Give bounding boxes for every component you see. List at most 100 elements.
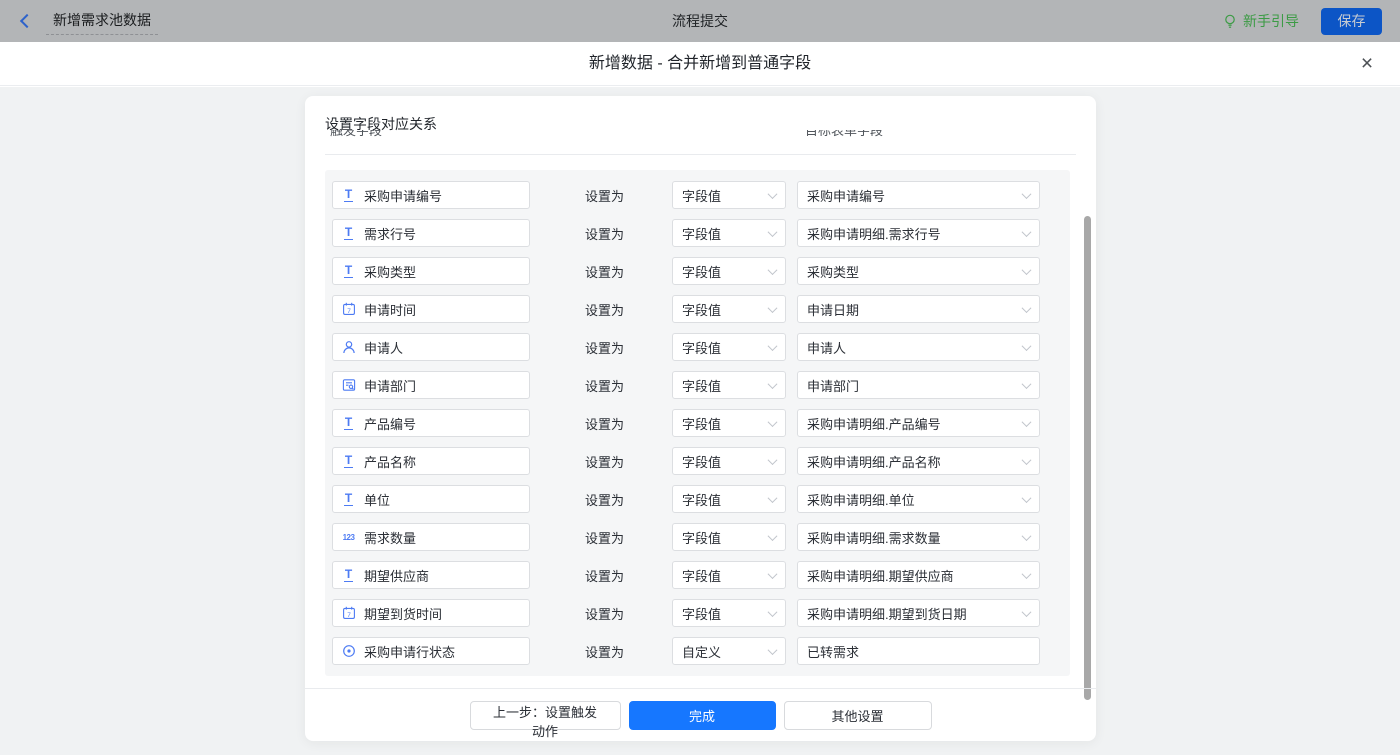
mapping-row: T采购类型 设置为 字段值 采购类型 (332, 257, 1070, 285)
mode-select-value: 字段值 (682, 262, 769, 281)
clipped-column-headers: 触发字段 目标表单字段 (325, 130, 1076, 141)
chevron-down-icon (768, 417, 778, 427)
source-field-label: 申请部门 (364, 376, 416, 395)
vertical-scrollbar[interactable] (1084, 216, 1091, 700)
done-button[interactable]: 完成 (629, 701, 776, 730)
newbie-guide-link[interactable]: 新手引导 (1223, 11, 1299, 31)
set-as-label: 设置为 (585, 338, 630, 357)
mode-select-value: 字段值 (682, 452, 769, 471)
source-field-box: T期望供应商 (332, 561, 530, 589)
mode-select[interactable]: 字段值 (672, 219, 786, 247)
lightbulb-icon (1223, 14, 1237, 29)
modal-header: 新增数据 - 合并新增到普通字段 × (0, 42, 1400, 86)
mode-select-value: 字段值 (682, 338, 769, 357)
target-field-select[interactable]: 申请部门 (797, 371, 1040, 399)
text-field-icon: T (341, 226, 356, 241)
column-divider (325, 154, 1076, 155)
mapping-row: 7申请时间设置为字段值申请日期 (332, 295, 1070, 323)
mode-select[interactable]: 字段值 (672, 181, 786, 209)
target-value: 已转需求 (807, 642, 1030, 661)
mapping-row: T单位设置为字段值采购申请明细.单位 (332, 485, 1070, 513)
target-value: 采购申请明细.期望供应商 (807, 566, 1023, 585)
dept-field-icon (341, 378, 356, 393)
source-field-box: 申请部门 (332, 371, 530, 399)
date-field-icon: 7 (341, 302, 356, 317)
chevron-down-icon (1022, 569, 1032, 579)
set-as-label: 设置为 (585, 224, 630, 243)
chevron-down-icon (768, 265, 778, 275)
mode-select[interactable]: 字段值 (672, 523, 786, 551)
source-field-box: T采购类型 (332, 257, 530, 285)
source-field-box: T 需求行号 (332, 219, 530, 247)
target-field-select[interactable]: 采购申请明细.期望到货日期 (797, 599, 1040, 627)
text-field-icon: T (341, 416, 356, 431)
target-field-select[interactable]: 申请人 (797, 333, 1040, 361)
source-field-label: 需求行号 (364, 224, 416, 243)
guide-label: 新手引导 (1243, 11, 1299, 31)
mapping-row: 7期望到货时间设置为字段值采购申请明细.期望到货日期 (332, 599, 1070, 627)
mode-select[interactable]: 字段值 (672, 485, 786, 513)
card-footer: 上一步：设置触发动作 完成 其他设置 (305, 688, 1096, 741)
target-field-select[interactable]: 采购申请明细.需求行号 (797, 219, 1040, 247)
source-field-label: 期望供应商 (364, 566, 429, 585)
mapping-row: T 采购申请编号 设置为 字段值 采购申请编号 (332, 181, 1070, 209)
mapping-row: T 需求行号 设置为 字段值 采购申请明细.需求行号 (332, 219, 1070, 247)
target-field-select[interactable]: 申请日期 (797, 295, 1040, 323)
source-field-label: 采购申请编号 (364, 186, 442, 205)
target-field-select[interactable]: 采购申请明细.产品名称 (797, 447, 1040, 475)
set-as-label: 设置为 (585, 642, 630, 661)
close-icon[interactable]: × (1354, 51, 1380, 77)
mode-select[interactable]: 字段值 (672, 333, 786, 361)
mode-select[interactable]: 字段值 (672, 257, 786, 285)
target-field-select[interactable]: 采购申请明细.需求数量 (797, 523, 1040, 551)
target-field-select[interactable]: 采购申请明细.期望供应商 (797, 561, 1040, 589)
text-field-icon: T (341, 264, 356, 279)
mode-select[interactable]: 字段值 (672, 599, 786, 627)
mode-select-value: 字段值 (682, 566, 769, 585)
previous-step-button[interactable]: 上一步：设置触发动作 (470, 701, 621, 730)
set-as-label: 设置为 (585, 452, 630, 471)
mode-select[interactable]: 字段值 (672, 295, 786, 323)
clipped-right-column-header: 目标表单字段 (805, 130, 883, 139)
mapping-row: T产品名称设置为字段值采购申请明细.产品名称 (332, 447, 1070, 475)
other-settings-button[interactable]: 其他设置 (784, 701, 932, 730)
target-value: 采购类型 (807, 262, 1023, 281)
target-field-select[interactable]: 采购申请明细.单位 (797, 485, 1040, 513)
set-as-label: 设置为 (585, 262, 630, 281)
mode-select[interactable]: 字段值 (672, 409, 786, 437)
target-field-select[interactable]: 采购申请明细.产品编号 (797, 409, 1040, 437)
save-button[interactable]: 保存 (1321, 8, 1382, 35)
mode-select[interactable]: 自定义 (672, 637, 786, 665)
set-as-label: 设置为 (585, 186, 630, 205)
clipped-left-column-header: 触发字段 (330, 130, 382, 139)
target-value: 采购申请明细.单位 (807, 490, 1023, 509)
mapping-row: T期望供应商设置为字段值采购申请明细.期望供应商 (332, 561, 1070, 589)
chevron-down-icon (1022, 531, 1032, 541)
source-field-label: 期望到货时间 (364, 604, 442, 623)
mode-select-value: 字段值 (682, 224, 769, 243)
mapping-row: T产品编号设置为字段值采购申请明细.产品编号 (332, 409, 1070, 437)
chevron-down-icon (768, 303, 778, 313)
mode-select[interactable]: 字段值 (672, 371, 786, 399)
target-value: 申请人 (807, 338, 1023, 357)
source-field-box: 申请人 (332, 333, 530, 361)
chevron-down-icon (768, 569, 778, 579)
chevron-down-icon (768, 455, 778, 465)
flow-node-title[interactable]: 新增需求池数据 (46, 8, 158, 35)
mode-select[interactable]: 字段值 (672, 561, 786, 589)
text-field-icon: T (341, 188, 356, 203)
source-field-label: 产品名称 (364, 452, 416, 471)
source-field-box: T单位 (332, 485, 530, 513)
target-field-select[interactable]: 采购类型 (797, 257, 1040, 285)
back-chevron-icon[interactable] (20, 14, 34, 28)
target-value: 采购申请明细.需求行号 (807, 224, 1023, 243)
mode-select[interactable]: 字段值 (672, 447, 786, 475)
target-value: 采购申请编号 (807, 186, 1023, 205)
source-field-box: 7期望到货时间 (332, 599, 530, 627)
mode-select-value: 字段值 (682, 414, 769, 433)
target-value-input[interactable]: 已转需求 (797, 637, 1040, 665)
target-value: 采购申请明细.期望到货日期 (807, 604, 1023, 623)
mode-select-value: 字段值 (682, 376, 769, 395)
number-field-icon: 123 (341, 530, 356, 545)
target-field-select[interactable]: 采购申请编号 (797, 181, 1040, 209)
